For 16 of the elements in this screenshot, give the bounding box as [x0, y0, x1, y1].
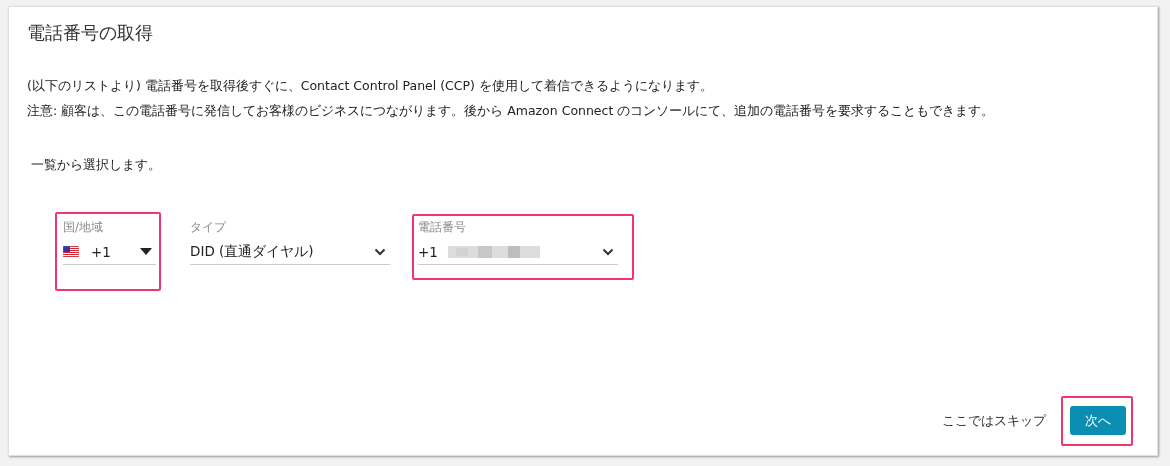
type-select[interactable]: DID (直通ダイヤル) — [190, 239, 390, 265]
instruction-text: 一覧から選択します。 — [31, 157, 162, 174]
phone-number-select[interactable]: +1 — [418, 239, 618, 265]
chevron-down-icon — [602, 247, 614, 256]
flag-icon — [63, 246, 79, 257]
field-label: 電話番号 — [418, 220, 467, 235]
page-title: 電話番号の取得 — [27, 21, 154, 45]
next-button[interactable]: 次へ — [1070, 406, 1126, 435]
description-text: 注意: 顧客は、この電話番号に発信してお客様のビジネスにつながります。後から Amazon Connect のコンソールにて、追加の電話番号を要求することもできます。 — [27, 102, 996, 120]
chevron-down-icon — [374, 247, 386, 256]
caret-icon — [140, 248, 152, 255]
skip-link[interactable]: ここではスキップ — [942, 411, 1046, 430]
field-label: タイプ — [190, 220, 228, 235]
description-text: (以下のリストより) 電話番号を取得後すぐに、Contact Control Panel (CCP) を使用して着信できるようになります。 — [27, 77, 714, 95]
country-select[interactable]: +1 — [63, 239, 156, 265]
field-label: 国/地域 — [63, 220, 104, 235]
